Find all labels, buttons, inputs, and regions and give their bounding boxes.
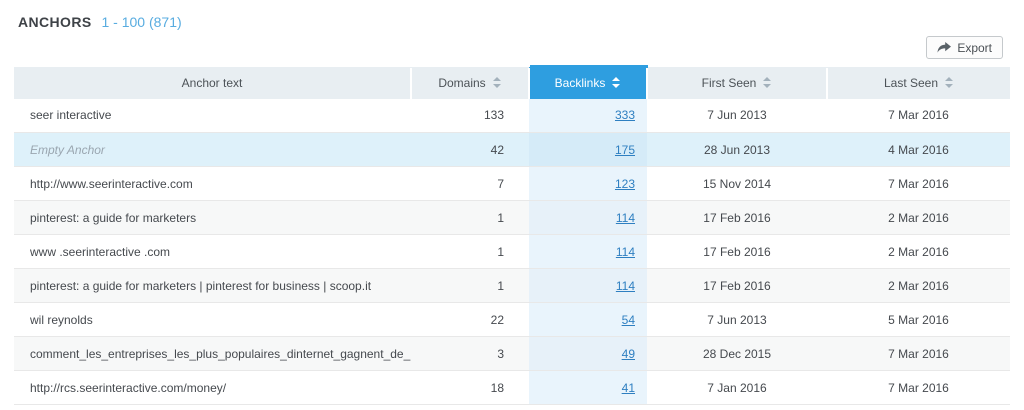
page-title: ANCHORS	[18, 14, 92, 30]
first-seen-cell: 7 Jun 2013	[647, 302, 827, 337]
last-seen-cell: 7 Mar 2016	[827, 166, 1010, 201]
export-button[interactable]: Export	[926, 36, 1003, 59]
column-header-domains[interactable]: Domains	[410, 66, 529, 99]
backlinks-link[interactable]: 114	[616, 211, 635, 225]
anchor-text-cell: Empty Anchor	[14, 132, 411, 167]
backlinks-link[interactable]: 49	[622, 347, 635, 361]
first-seen-cell: 7 Jan 2016	[647, 370, 827, 405]
domains-cell: 133	[411, 98, 529, 133]
anchor-text-cell: pinterest: a guide for marketers	[14, 200, 411, 235]
table-row: Empty Anchor 42 175 28 Jun 2013 4 Mar 2016	[14, 132, 1010, 167]
backlinks-cell: 114	[529, 234, 647, 269]
sort-icon	[492, 77, 502, 89]
backlinks-cell: 175	[529, 132, 647, 167]
first-seen-cell: 28 Jun 2013	[647, 132, 827, 167]
backlinks-cell: 123	[529, 166, 647, 201]
domains-cell: 1	[411, 268, 529, 303]
backlinks-link[interactable]: 41	[622, 381, 635, 395]
backlinks-cell: 49	[529, 336, 647, 371]
domains-cell: 1	[411, 234, 529, 269]
table-row: http://rcs.seerinteractive.com/money/18 4…	[14, 370, 1010, 405]
table-header-row: Anchor text Domains Backlinks First Seen…	[14, 65, 1010, 99]
last-seen-cell: 2 Mar 2016	[827, 200, 1010, 235]
anchor-text-cell: pinterest: a guide for marketers | pinte…	[14, 268, 411, 303]
anchor-text-cell: http://www.seerinteractive.com	[14, 166, 411, 201]
table-row: pinterest: a guide for marketers | pinte…	[14, 268, 1010, 303]
last-seen-cell: 4 Mar 2016	[827, 132, 1010, 167]
backlinks-link[interactable]: 175	[615, 143, 635, 157]
first-seen-cell: 17 Feb 2016	[647, 200, 827, 235]
first-seen-cell: 7 Jun 2013	[647, 98, 827, 133]
domains-cell: 3	[411, 336, 529, 371]
anchors-report-page: ANCHORS 1 - 100 (871) Export Anchor text	[0, 0, 1024, 410]
first-seen-cell: 28 Dec 2015	[647, 336, 827, 371]
backlinks-link[interactable]: 54	[622, 313, 635, 327]
domains-cell: 18	[411, 370, 529, 405]
domains-cell: 7	[411, 166, 529, 201]
sort-icon	[763, 77, 772, 89]
backlinks-cell: 114	[529, 268, 647, 303]
table-row: wil reynolds 22 54 7 Jun 2013 5 Mar 2016	[14, 302, 1010, 337]
backlinks-cell: 41	[529, 370, 647, 405]
sort-icon	[945, 77, 954, 89]
page-header: ANCHORS 1 - 100 (871)	[18, 14, 182, 30]
table-row: comment_les_entreprises_les_plus_populai…	[14, 336, 1010, 371]
backlinks-link[interactable]: 333	[615, 108, 635, 122]
first-seen-cell: 17 Feb 2016	[647, 268, 827, 303]
column-header-backlinks[interactable]: Backlinks	[528, 65, 647, 99]
anchor-text-cell: comment_les_entreprises_les_plus_populai…	[14, 336, 411, 371]
table-body: seer interactive 133 333 7 Jun 2013 7 Mar 20…	[14, 98, 1010, 405]
column-header-label: Backlinks	[554, 76, 606, 91]
column-header-label: First Seen	[701, 76, 757, 91]
domains-cell: 42	[411, 132, 529, 167]
column-header-last-seen[interactable]: Last Seen	[826, 66, 1010, 99]
column-header-first-seen[interactable]: First Seen	[646, 66, 827, 99]
table-row: http://www.seerinteractive.com 7 123 15 Nov…	[14, 166, 1010, 201]
table-row: seer interactive 133 333 7 Jun 2013 7 Mar 20…	[14, 98, 1010, 133]
column-header-label: Domains	[438, 76, 486, 91]
anchors-table: Anchor text Domains Backlinks First Seen…	[14, 65, 1010, 405]
backlinks-cell: 333	[529, 98, 647, 133]
backlinks-link[interactable]: 114	[616, 279, 635, 293]
export-arrow-icon	[937, 42, 952, 53]
backlinks-link[interactable]: 123	[615, 177, 635, 191]
last-seen-cell: 2 Mar 2016	[827, 268, 1010, 303]
first-seen-cell: 17 Feb 2016	[647, 234, 827, 269]
anchor-text-cell: seer interactive	[14, 98, 411, 133]
sort-icon	[612, 77, 621, 89]
last-seen-cell: 7 Mar 2016	[827, 336, 1010, 371]
last-seen-cell: 7 Mar 2016	[827, 98, 1010, 133]
table-row: www .seerinteractive .com 1 114 17 Feb 2016…	[14, 234, 1010, 269]
column-header-label: Anchor text	[181, 76, 243, 91]
anchor-text-cell: http://rcs.seerinteractive.com/money/	[14, 370, 411, 405]
anchor-text-cell: www .seerinteractive .com	[14, 234, 411, 269]
last-seen-cell: 5 Mar 2016	[827, 302, 1010, 337]
table-row: pinterest: a guide for marketers 1 114 17 F…	[14, 200, 1010, 235]
anchor-text-cell: wil reynolds	[14, 302, 411, 337]
last-seen-cell: 2 Mar 2016	[827, 234, 1010, 269]
last-seen-cell: 7 Mar 2016	[827, 370, 1010, 405]
backlinks-cell: 114	[529, 200, 647, 235]
backlinks-cell: 54	[529, 302, 647, 337]
domains-cell: 22	[411, 302, 529, 337]
page-range-count: 1 - 100 (871)	[101, 14, 182, 30]
first-seen-cell: 15 Nov 2014	[647, 166, 827, 201]
backlinks-link[interactable]: 114	[616, 245, 635, 259]
export-button-label: Export	[957, 40, 992, 55]
column-header-anchor-text: Anchor text	[14, 66, 411, 99]
column-header-label: Last Seen	[883, 76, 939, 91]
domains-cell: 1	[411, 200, 529, 235]
